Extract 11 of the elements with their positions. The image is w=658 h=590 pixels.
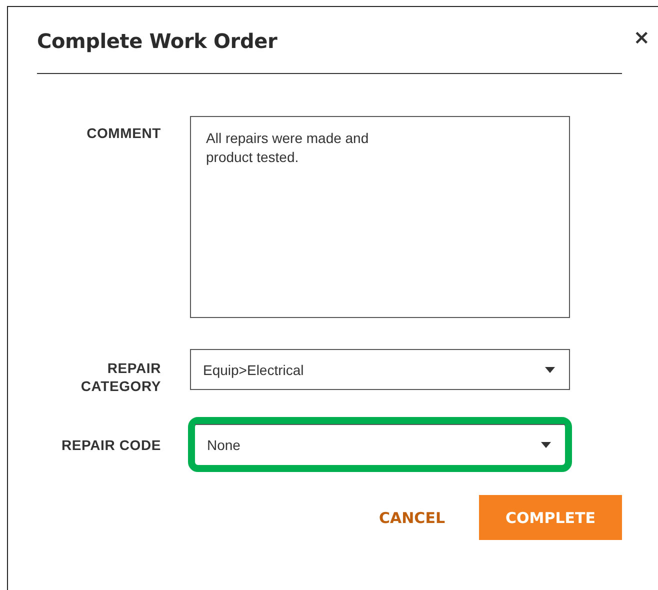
caret-icon (541, 442, 551, 448)
comment-field[interactable]: All repairs were made and product tested. (190, 116, 570, 318)
field-label: REPAIR CODE (60, 436, 161, 454)
cancel-button[interactable]: CANCEL (379, 504, 445, 530)
caret-icon (545, 366, 555, 372)
dialog-title: Complete Work Order (37, 29, 278, 53)
field-label: COMMENT (86, 124, 161, 142)
close-button[interactable]: × (633, 27, 650, 47)
dropdown-field[interactable]: None (195, 424, 565, 465)
dropdown-field[interactable]: Equip>Electrical (190, 349, 570, 390)
field-label: REPAIR CATEGORY (80, 359, 161, 395)
